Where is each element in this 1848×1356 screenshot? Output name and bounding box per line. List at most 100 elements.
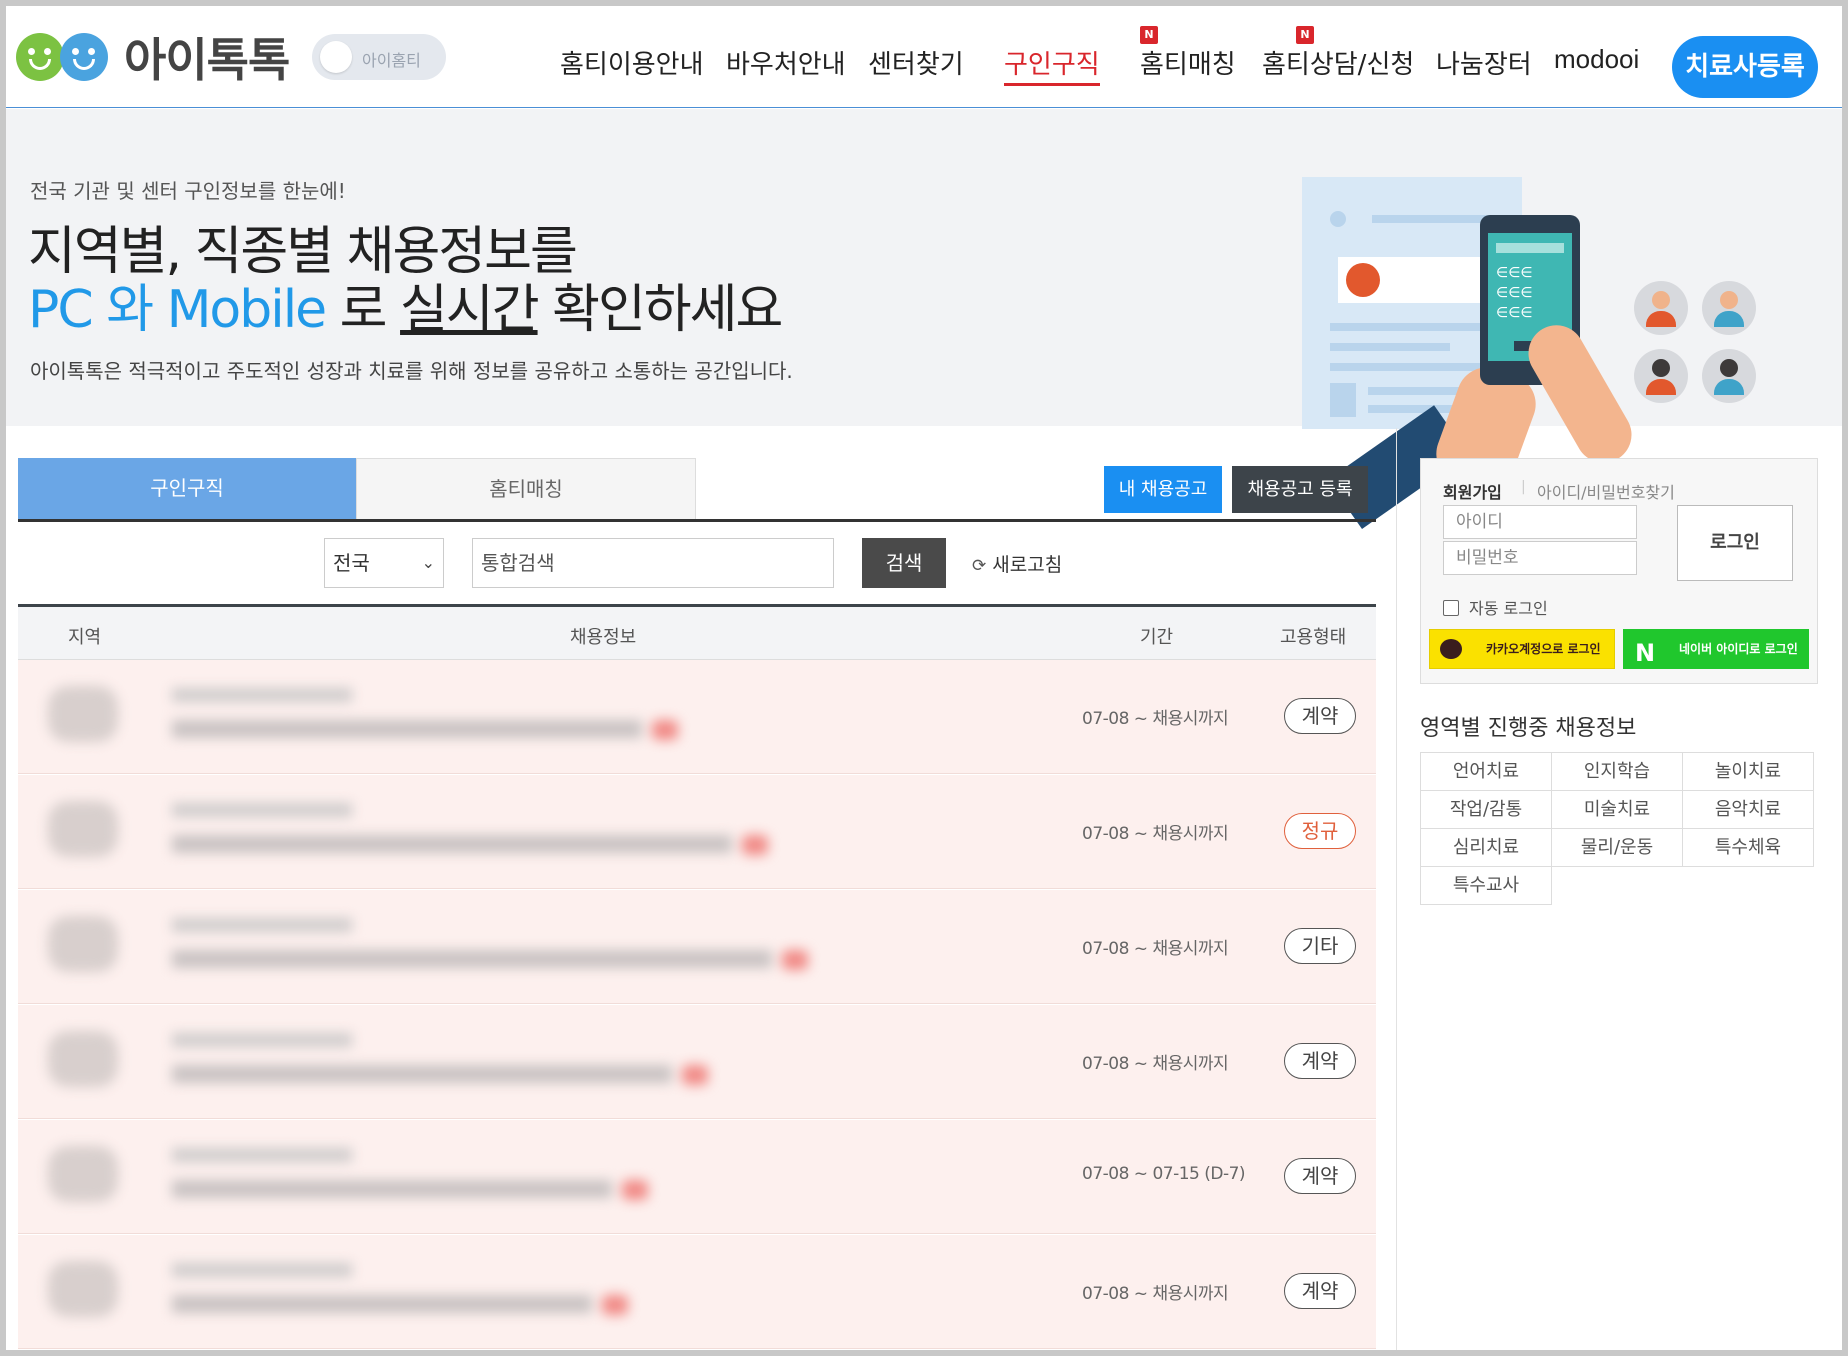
password-input[interactable]: 비밀번호 [1443, 541, 1637, 575]
job-period: 07-08 ~ 채용시까지 [1082, 1054, 1229, 1074]
area-link[interactable]: 언어치료 [1420, 752, 1552, 791]
blurred-job-info [42, 791, 962, 873]
find-account-link[interactable]: 아이디/비밀번호찾기 [1537, 479, 1675, 503]
checkbox-icon [1443, 600, 1459, 616]
area-jobs-title: 영역별 진행중 채용정보 [1420, 716, 1637, 741]
nav-hometi-matching-wrap: N 홈티매칭 [1140, 26, 1236, 81]
kakao-login-label: 카카오계정으로 로그인 [1486, 642, 1601, 656]
nav-center-search[interactable]: 센터찾기 [868, 44, 964, 81]
job-period: 07-08 ~ 채용시까지 [1082, 939, 1229, 959]
refresh-icon: ⟳ [972, 556, 987, 576]
link-separator: | [1521, 479, 1526, 495]
login-box: 회원가입 | 아이디/비밀번호찾기 아이디 비밀번호 로그인 자동 로그인 카카… [1420, 458, 1818, 684]
job-period: 07-08 ~ 07-15 (D-7) [1082, 1164, 1246, 1184]
banner-headline-mid: 로 [325, 280, 401, 340]
table-row[interactable]: 07-08 ~ 채용시까지 계약 [18, 1005, 1376, 1119]
blurred-job-info [42, 1136, 962, 1218]
area-link[interactable]: 인지학습 [1551, 752, 1683, 791]
avatar-icon [1702, 349, 1756, 403]
site-header: 아이톡톡 아이홈티 홈티이용안내 바우처안내 센터찾기 구인구직 N 홈티매칭 … [6, 6, 1842, 108]
banner-headline-2: PC 와 Mobile 로 실시간 확인하세요 [28, 267, 783, 342]
col-type: 고용형태 [1280, 627, 1347, 648]
avatar-icon [1702, 281, 1756, 335]
tab-hometi-matching[interactable]: 홈티매칭 [356, 458, 696, 519]
kakao-login-button[interactable]: 카카오계정으로 로그인 [1429, 629, 1615, 669]
chevron-down-icon: ⌄ [421, 553, 435, 572]
blurred-job-info [42, 676, 962, 758]
table-row[interactable]: 07-08 ~ 채용시까지 계약 [18, 1235, 1376, 1349]
logo-text: 아이톡톡 [124, 34, 290, 86]
area-link[interactable]: 특수교사 [1420, 866, 1552, 905]
nav-hometi-consult-wrap: N 홈티상담/신청 [1262, 26, 1414, 81]
area-link[interactable]: 심리치료 [1420, 828, 1552, 867]
login-button[interactable]: 로그인 [1677, 505, 1793, 581]
area-link[interactable]: 놀이치료 [1682, 752, 1814, 791]
job-period: 07-08 ~ 채용시까지 [1082, 709, 1229, 729]
therapist-register-button[interactable]: 치료사등록 [1672, 36, 1818, 98]
logo-faces-icon [14, 27, 114, 87]
hero-banner: 전국 기관 및 센터 구인정보를 한눈에! 지역별, 직종별 채용정보를 PC … [6, 109, 1842, 529]
page-frame: 아이톡톡 아이홈티 홈티이용안내 바우처안내 센터찾기 구인구직 N 홈티매칭 … [0, 0, 1848, 1356]
toggle-knob [320, 41, 352, 73]
job-table-header: 지역 채용정보 기간 고용형태 [18, 604, 1376, 660]
employment-type-badge: 계약 [1284, 1158, 1356, 1194]
search-input[interactable]: 통합검색 [472, 538, 834, 588]
banner-description: 아이톡톡은 적극적이고 주도적인 성장과 치료를 위해 정보를 공유하고 소통하… [30, 359, 793, 383]
region-select[interactable]: 전국 ⌄ [324, 538, 444, 588]
naver-n-icon: N [1635, 639, 1656, 667]
kakao-talk-icon [1440, 639, 1462, 659]
my-job-posts-button[interactable]: 내 채용공고 [1104, 466, 1222, 513]
naver-login-button[interactable]: N 네이버 아이디로 로그인 [1623, 629, 1809, 669]
signup-link[interactable]: 회원가입 [1443, 479, 1502, 503]
nav-voucher-guide[interactable]: 바우처안내 [726, 44, 846, 81]
naver-login-label: 네이버 아이디로 로그인 [1679, 642, 1798, 656]
blurred-job-info [42, 906, 962, 988]
banner-subtitle: 전국 기관 및 센터 구인정보를 한눈에! [30, 179, 346, 203]
right-hand [1518, 315, 1642, 473]
table-row[interactable]: 07-08 ~ 채용시까지 기타 [18, 890, 1376, 1004]
search-button[interactable]: 검색 [862, 538, 946, 588]
refresh-label: 새로고침 [992, 554, 1063, 576]
nav-hometi-consult[interactable]: 홈티상담/신청 [1262, 50, 1414, 80]
employment-type-badge: 기타 [1284, 928, 1356, 964]
job-period: 07-08 ~ 채용시까지 [1082, 1284, 1229, 1304]
nav-hometi-matching[interactable]: 홈티매칭 [1140, 50, 1236, 80]
table-row[interactable]: 07-08 ~ 07-15 (D-7) 계약 [18, 1120, 1376, 1234]
sidebar-divider [1396, 428, 1397, 1350]
job-period: 07-08 ~ 채용시까지 [1082, 824, 1229, 844]
auto-login-label: 자동 로그인 [1469, 599, 1548, 618]
toggle-label: 아이홈티 [362, 51, 421, 70]
avatar-icon [1634, 349, 1688, 403]
area-link[interactable]: 미술치료 [1551, 790, 1683, 829]
area-link[interactable]: 작업/감통 [1420, 790, 1552, 829]
employment-type-badge: 계약 [1284, 698, 1356, 734]
new-badge: N [1140, 26, 1158, 44]
avatar-icon [1634, 281, 1688, 335]
refresh-button[interactable]: ⟳ 새로고침 [972, 550, 1062, 577]
post-job-button[interactable]: 채용공고 등록 [1232, 466, 1368, 513]
blurred-job-info [42, 1251, 962, 1333]
new-badge: N [1296, 26, 1314, 44]
employment-type-badge: 정규 [1284, 813, 1356, 849]
col-region: 지역 [68, 627, 102, 648]
employment-type-badge: 계약 [1284, 1043, 1356, 1079]
region-select-value: 전국 [333, 551, 370, 575]
area-link[interactable]: 특수체육 [1682, 828, 1814, 867]
blurred-job-info [42, 1021, 962, 1103]
ihomet-toggle[interactable]: 아이홈티 [312, 34, 446, 80]
nav-hometi-guide[interactable]: 홈티이용안내 [560, 44, 704, 81]
nav-modooi[interactable]: modooi [1554, 44, 1639, 75]
id-input[interactable]: 아이디 [1443, 505, 1637, 539]
table-row[interactable]: 07-08 ~ 채용시까지 정규 [18, 775, 1376, 889]
area-link[interactable]: 음악치료 [1682, 790, 1814, 829]
nav-job-board[interactable]: 구인구직 [1004, 44, 1100, 86]
area-link[interactable]: 물리/운동 [1551, 828, 1683, 867]
auto-login-checkbox[interactable]: 자동 로그인 [1443, 595, 1548, 619]
table-row[interactable]: 07-08 ~ 채용시까지 계약 [18, 660, 1376, 774]
banner-headline-end: 확인하세요 [537, 280, 783, 340]
site-logo[interactable]: 아이톡톡 [14, 24, 290, 90]
col-info: 채용정보 [570, 627, 637, 648]
banner-headline-blue: PC 와 Mobile [28, 280, 327, 340]
nav-share-market[interactable]: 나눔장터 [1436, 44, 1532, 81]
tab-job-board[interactable]: 구인구직 [18, 458, 356, 519]
